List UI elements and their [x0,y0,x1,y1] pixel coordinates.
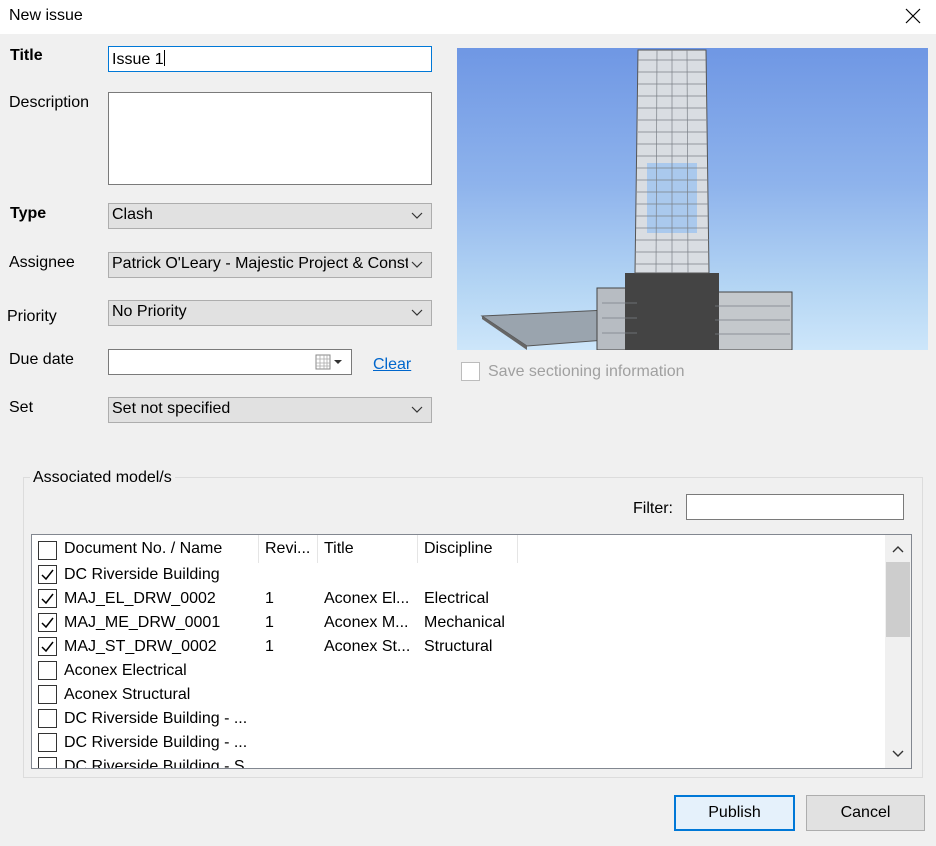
type-selected-value: Clash [112,206,153,223]
column-header-discipline[interactable]: Discipline [418,535,518,563]
column-header-title[interactable]: Title [318,535,418,563]
type-select[interactable]: Clash [108,203,432,229]
list-scrollbar[interactable] [885,535,911,768]
priority-select[interactable]: No Priority [108,300,432,326]
title-input[interactable]: Issue 1 [108,46,432,72]
publish-button-label: Publish [708,804,761,821]
scroll-thumb[interactable] [886,562,910,637]
column-header-title-text: Title [324,540,354,557]
type-label: Type [10,205,47,222]
row-checkbox[interactable] [38,661,57,680]
clear-date-link[interactable]: Clear [373,356,411,374]
chevron-down-icon [411,212,423,219]
list-item[interactable]: MAJ_ME_DRW_0001 1 Aconex M... Mechanical [32,611,886,635]
row-name: MAJ_ST_DRW_0002 [64,638,217,655]
row-checkbox[interactable] [38,637,57,656]
title-bar: New issue [0,0,936,34]
row-name: MAJ_ME_DRW_0001 [64,614,221,631]
checkmark-icon [41,593,54,605]
row-title: Aconex M... [324,614,409,631]
row-checkbox[interactable] [38,589,57,608]
row-title: Aconex El... [324,590,410,607]
checkmark-icon [41,617,54,629]
checkmark-icon [41,569,54,581]
row-checkbox[interactable] [38,565,57,584]
list-item[interactable]: MAJ_ST_DRW_0002 1 Aconex St... Structural [32,635,886,659]
checkmark-icon [41,641,54,653]
column-header-discipline-text: Discipline [424,540,493,557]
assignee-select[interactable]: Patrick O'Leary - Majestic Project & Con… [108,252,432,278]
priority-label: Priority [7,308,57,325]
list-item[interactable]: Aconex Structural [32,683,886,707]
row-revision: 1 [265,590,274,607]
row-name: DC Riverside Building [64,566,220,583]
set-label: Set [9,399,34,416]
row-title: Aconex St... [324,638,411,655]
row-checkbox[interactable] [38,613,57,632]
publish-button[interactable]: Publish [674,795,795,831]
set-select[interactable]: Set not specified [108,397,432,423]
window-title: New issue [9,7,83,24]
row-revision: 1 [265,614,274,631]
row-name: Aconex Electrical [64,662,187,679]
title-value: Issue 1 [112,51,164,68]
title-label: Title [10,47,43,64]
select-all-checkbox[interactable] [38,541,57,560]
list-item[interactable]: Aconex Electrical [32,659,886,683]
row-name: MAJ_EL_DRW_0002 [64,590,216,607]
row-discipline: Electrical [424,590,489,607]
row-name: DC Riverside Building - ... [64,734,248,751]
assignee-selected-value: Patrick O'Leary - Majestic Project & Con… [112,255,408,272]
calendar-icon [315,354,342,370]
calendar-picker-button[interactable] [315,354,345,375]
save-sectioning-checkbox[interactable] [461,362,480,381]
description-textarea[interactable] [108,92,432,185]
column-header-name-text: Document No. / Name [64,540,223,557]
chevron-down-icon [411,309,423,316]
building-model-render [480,49,793,350]
description-label: Description [9,94,90,111]
close-button[interactable] [890,0,936,32]
row-checkbox[interactable] [38,733,57,752]
associated-models-label: Associated model/s [30,469,175,487]
row-checkbox[interactable] [38,685,57,704]
scroll-up-icon[interactable] [892,545,904,553]
column-header-revision-text: Revi... [265,540,311,557]
text-cursor [163,50,165,66]
scroll-down-icon[interactable] [892,750,904,758]
chevron-down-icon [411,261,423,268]
row-discipline: Mechanical [424,614,505,631]
set-selected-value: Set not specified [112,400,231,417]
list-item[interactable]: DC Riverside Building - ... [32,731,886,755]
row-revision: 1 [265,638,274,655]
filter-input[interactable] [686,494,904,520]
cancel-button[interactable]: Cancel [806,795,925,831]
row-checkbox[interactable] [38,709,57,728]
models-list: Document No. / Name Revi... Title Discip… [31,534,912,769]
chevron-down-icon [411,406,423,413]
cancel-button-label: Cancel [840,804,891,821]
list-item[interactable]: MAJ_EL_DRW_0002 1 Aconex El... Electrical [32,587,886,611]
priority-selected-value: No Priority [112,303,187,320]
due-date-label: Due date [9,351,74,368]
row-name: DC Riverside Building - ... [64,710,248,727]
close-icon [905,8,921,24]
row-checkbox[interactable] [38,757,57,768]
filter-label: Filter: [633,500,673,517]
due-date-input[interactable] [108,349,352,375]
list-item[interactable]: DC Riverside Building - ... [32,707,886,731]
assignee-label: Assignee [9,254,75,271]
save-sectioning-label: Save sectioning information [488,363,685,380]
column-header-name[interactable]: Document No. / Name [32,535,259,563]
list-item[interactable]: DC Riverside Building - S... [32,755,886,769]
row-name: Aconex Structural [64,686,191,703]
model-preview-image [457,48,928,350]
row-discipline: Structural [424,638,493,655]
row-name: DC Riverside Building - S... [64,758,254,769]
column-header-revision[interactable]: Revi... [259,535,318,563]
list-item[interactable]: DC Riverside Building [32,563,886,587]
